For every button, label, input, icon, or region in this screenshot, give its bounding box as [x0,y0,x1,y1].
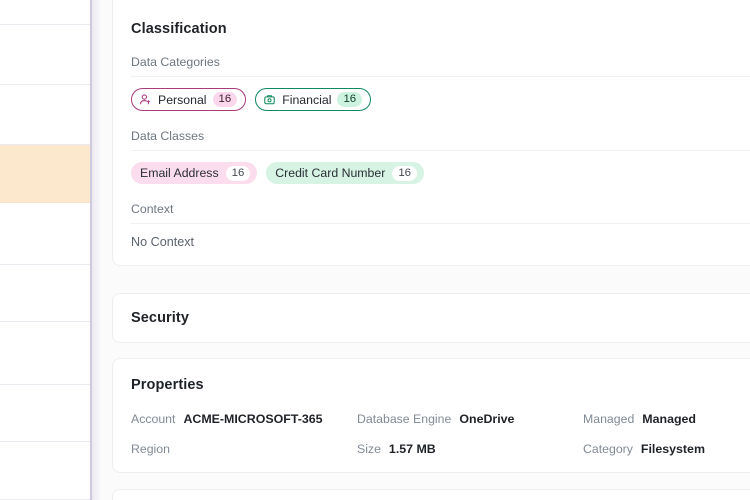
data-categories-label: Data Categories [131,55,220,69]
section-divider [131,76,750,77]
property-value: Managed [642,412,696,426]
class-pill-count: 16 [225,165,251,181]
category-pill-financial[interactable]: Financial 16 [255,88,372,111]
class-pill-label: Email Address [140,166,219,180]
table-row[interactable] [0,85,92,145]
classification-title: Classification [131,21,227,37]
data-classes-label: Data Classes [131,129,205,143]
property-managed: Managed Managed [583,412,750,426]
category-pill-count: 16 [337,92,363,107]
section-divider [131,150,750,151]
classification-card: Classification Data Categories Personal … [112,0,750,266]
next-card[interactable] [112,489,750,500]
property-category: Category Filesystem [583,442,750,456]
property-value: Filesystem [640,442,705,456]
table-row[interactable] [0,25,92,85]
property-key: Managed [583,412,635,426]
table-row[interactable] [0,265,92,322]
context-empty-text: No Context [131,235,194,249]
class-pill-count: 16 [392,165,417,181]
table-row[interactable] [0,203,92,265]
property-account: Account ACME-MICROSOFT-365 [131,412,357,426]
property-value: OneDrive [459,412,515,426]
property-key: Category [583,442,633,456]
class-pill-credit-card-number[interactable]: Credit Card Number 16 [266,162,424,184]
property-key: Database Engine [357,412,452,426]
property-value: ACME-MICROSOFT-365 [183,412,323,426]
category-pill-label: Personal [158,92,207,107]
properties-grid: Account ACME-MICROSOFT-365 Database Engi… [131,412,750,456]
properties-title: Properties [131,377,204,393]
table-row[interactable] [0,0,92,25]
property-key: Region [131,442,170,456]
data-classes-pills: Email Address 16 Credit Card Number 16 [131,162,750,184]
detail-panel: Classification Data Categories Personal … [104,0,750,500]
context-label: Context [131,202,174,216]
property-size: Size 1.57 MB [357,442,583,456]
category-pill-count: 16 [212,92,238,107]
category-pill-personal[interactable]: Personal 16 [131,88,247,111]
property-region: Region [131,442,357,456]
class-pill-label: Credit Card Number [275,166,386,180]
panel-scrollbar[interactable] [92,0,191,500]
background-table[interactable] [0,0,92,500]
category-pill-label: Financial [282,92,332,107]
table-row[interactable] [0,322,92,385]
table-row[interactable] [0,442,92,500]
briefcase-icon [263,93,276,106]
app-screen: Classification Data Categories Personal … [0,0,750,500]
table-row[interactable] [0,145,92,203]
security-title: Security [131,310,190,326]
properties-card: Properties Account ACME-MICROSOFT-365 Da… [112,358,750,473]
property-key: Size [357,442,381,456]
class-pill-email-address[interactable]: Email Address 16 [131,162,258,184]
section-divider [131,223,750,224]
data-categories-pills: Personal 16 Financial 16 [131,88,750,111]
property-key: Account [131,412,176,426]
table-row[interactable] [0,385,92,442]
property-database-engine: Database Engine OneDrive [357,412,583,426]
user-icon [139,93,152,106]
security-card[interactable]: Security [112,293,750,343]
property-value: 1.57 MB [388,442,436,456]
